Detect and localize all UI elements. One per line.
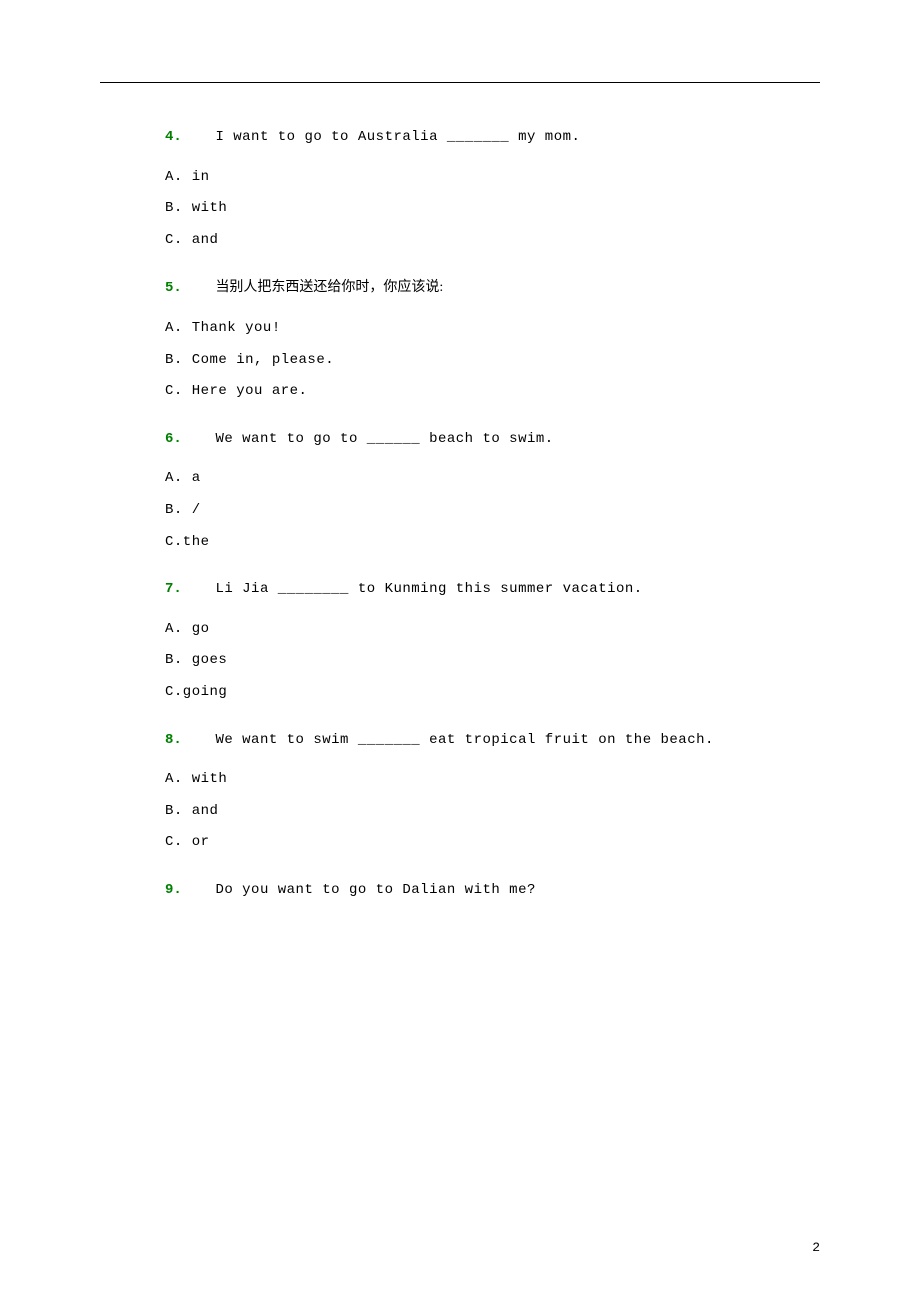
option-c: C.the (165, 533, 820, 553)
spacer (190, 280, 207, 296)
question-block: 6. We want to go to ______ beach to swim… (165, 430, 820, 450)
options-block: A. with B. and C. or (165, 770, 820, 853)
question-block: 5. 当别人把东西送还给你时，你应该说: (165, 278, 820, 299)
spacer (190, 732, 207, 748)
question-text: We want to go to ______ beach to swim. (215, 431, 553, 447)
question-number: 6. (165, 431, 182, 447)
question-block: 7. Li Jia ________ to Kunming this summe… (165, 580, 820, 600)
question-block: 9. Do you want to go to Dalian with me? (165, 881, 820, 901)
question-block: 8. We want to swim _______ eat tropical … (165, 731, 820, 751)
option-c: C.going (165, 683, 820, 703)
option-a: A. with (165, 770, 820, 790)
option-a: A. in (165, 168, 820, 188)
option-c: C. and (165, 231, 820, 251)
spacer (190, 129, 207, 145)
page-number: 2 (812, 1239, 820, 1257)
option-a: A. a (165, 469, 820, 489)
question-text: I want to go to Australia _______ my mom… (215, 129, 580, 145)
options-block: A. Thank you! B. Come in, please. C. Her… (165, 319, 820, 402)
question-text: 当别人把东西送还给你时，你应该说: (215, 280, 443, 295)
question-number: 4. (165, 129, 182, 145)
question-block: 4. I want to go to Australia _______ my … (165, 128, 820, 148)
question-text: Li Jia ________ to Kunming this summer v… (215, 581, 642, 597)
option-b: B. / (165, 501, 820, 521)
option-a: A. Thank you! (165, 319, 820, 339)
option-c: C. Here you are. (165, 382, 820, 402)
options-block: A. a B. / C.the (165, 469, 820, 552)
question-text: We want to swim _______ eat tropical fru… (215, 732, 713, 748)
option-b: B. and (165, 802, 820, 822)
option-b: B. goes (165, 651, 820, 671)
question-number: 9. (165, 882, 182, 898)
top-rule (100, 82, 820, 83)
option-a: A. go (165, 620, 820, 640)
spacer (190, 581, 207, 597)
content-area: 4. I want to go to Australia _______ my … (165, 110, 820, 910)
page: 4. I want to go to Australia _______ my … (0, 0, 920, 1302)
question-number: 7. (165, 581, 182, 597)
option-c: C. or (165, 833, 820, 853)
spacer (190, 882, 207, 898)
spacer (190, 431, 207, 447)
question-number: 5. (165, 280, 182, 296)
question-text: Do you want to go to Dalian with me? (215, 882, 535, 898)
question-number: 8. (165, 732, 182, 748)
options-block: A. in B. with C. and (165, 168, 820, 251)
option-b: B. with (165, 199, 820, 219)
options-block: A. go B. goes C.going (165, 620, 820, 703)
option-b: B. Come in, please. (165, 351, 820, 371)
